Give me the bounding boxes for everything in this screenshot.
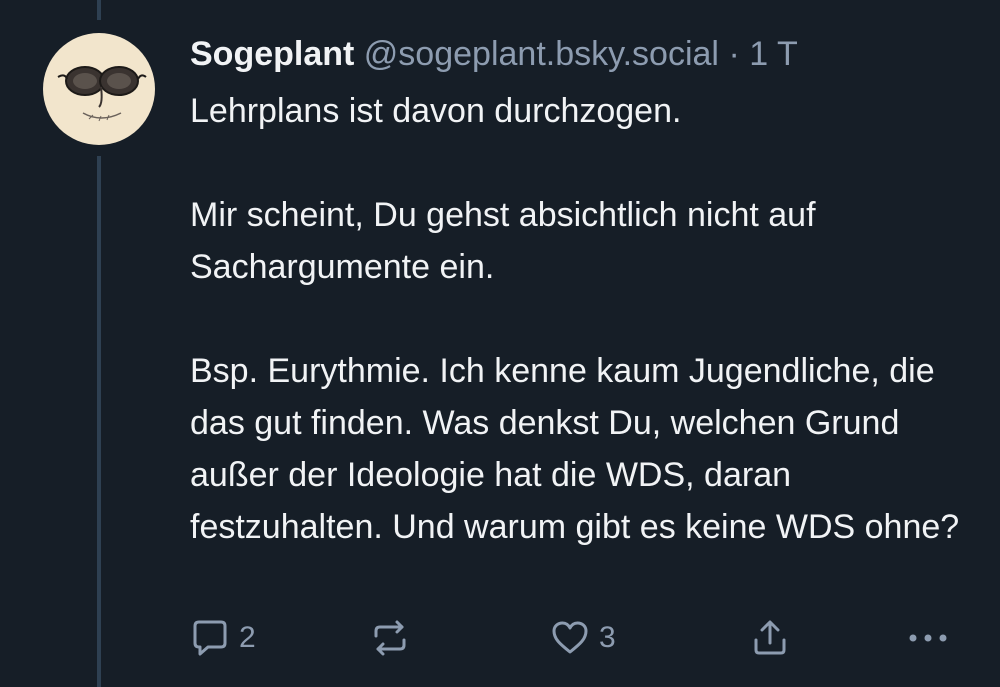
share-button[interactable] — [750, 614, 790, 662]
like-button[interactable]: 3 — [550, 614, 616, 662]
thread-line — [97, 0, 101, 20]
speech-bubble-icon — [193, 620, 227, 656]
post-header: Sogeplant @sogeplant.bsky.social · 1 T — [190, 30, 798, 78]
heart-icon — [552, 621, 588, 654]
post-paragraph: Lehrplans ist davon durchzogen. — [190, 92, 682, 130]
post-body: Lehrplans ist davon durchzogen. Mir sche… — [190, 85, 980, 553]
reply-button[interactable]: 2 — [190, 614, 256, 662]
thread-line — [97, 156, 101, 687]
post-paragraph: Mir scheint, Du gehst absichtlich nicht … — [190, 196, 816, 286]
repost-arrows-icon — [374, 620, 406, 656]
share-upload-icon — [754, 620, 786, 655]
ellipsis-icon — [909, 634, 947, 642]
like-count: 3 — [599, 621, 616, 654]
post-timestamp[interactable]: 1 T — [749, 35, 798, 73]
reply-count: 2 — [239, 621, 256, 654]
goggles-face-drawing — [44, 34, 154, 144]
avatar[interactable] — [43, 33, 155, 145]
more-options-button[interactable] — [905, 614, 951, 662]
post-paragraph: Bsp. Eurythmie. Ich kenne kaum Jugendlic… — [190, 352, 960, 546]
repost-button[interactable] — [369, 614, 411, 662]
header-separator: · — [728, 35, 740, 73]
author-name[interactable]: Sogeplant — [190, 35, 354, 73]
author-handle[interactable]: @sogeplant.bsky.social — [364, 35, 719, 73]
